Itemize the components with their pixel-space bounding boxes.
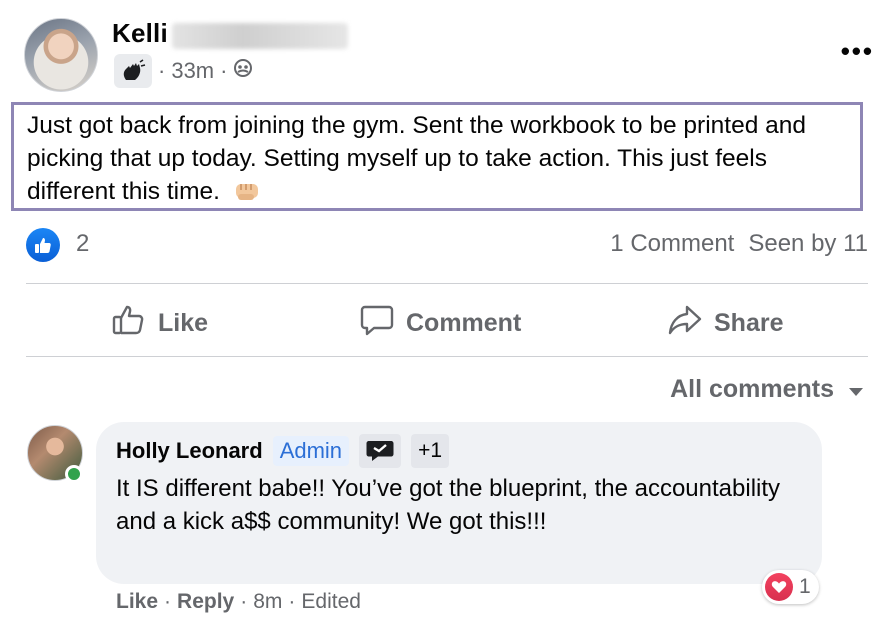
- meta-separator: ·: [158, 58, 166, 83]
- comment-reactions[interactable]: 1: [762, 570, 819, 604]
- comment-reply-link[interactable]: Reply: [177, 590, 234, 614]
- more-options-button[interactable]: •••: [841, 36, 874, 67]
- comment-like-link[interactable]: Like: [116, 590, 158, 614]
- reaction-stats: 2 1 Comment Seen by 11: [26, 226, 868, 262]
- footer-separator: ·: [288, 590, 296, 613]
- online-status-icon: [65, 465, 83, 483]
- like-button[interactable]: Like: [112, 304, 208, 343]
- meta-separator: ·: [220, 58, 228, 83]
- caret-down-icon: [848, 375, 864, 404]
- author-avatar[interactable]: [24, 18, 98, 92]
- post-text: Just got back from joining the gym. Sent…: [27, 112, 806, 205]
- footer-separator: ·: [164, 590, 172, 613]
- reaction-count[interactable]: 2: [76, 230, 89, 258]
- comment-text: It IS different babe!! You’ve got the bl…: [116, 475, 781, 535]
- commenter-name[interactable]: Holly Leonard: [116, 438, 263, 464]
- thumbs-up-icon[interactable]: [26, 228, 60, 262]
- conversation-starter-icon[interactable]: [359, 434, 402, 468]
- post-actions: Like Comment Share: [26, 286, 868, 356]
- post-meta: · 33m ·: [114, 54, 253, 88]
- author-name[interactable]: Kelli: [112, 18, 168, 49]
- group-icon[interactable]: [233, 58, 253, 84]
- share-label: Share: [714, 309, 784, 337]
- comments-filter-dropdown[interactable]: All comments: [670, 375, 864, 404]
- comment-label: Comment: [406, 309, 522, 337]
- commenter-row: Holly Leonard Admin +1: [116, 434, 450, 468]
- comment-count-link[interactable]: 1 Comment: [610, 230, 734, 258]
- redacted-surname: [172, 23, 348, 49]
- post-header: Kelli · 33m · •••: [24, 14, 874, 94]
- like-icon: [112, 304, 146, 343]
- post-timestamp[interactable]: 33m: [171, 58, 214, 84]
- divider: [26, 356, 868, 357]
- comment-bubble: Holly Leonard Admin +1 It IS different b…: [96, 422, 822, 584]
- like-label: Like: [158, 309, 209, 337]
- comment-reaction-count: 1: [799, 575, 811, 598]
- share-icon: [668, 304, 702, 343]
- divider: [26, 283, 868, 284]
- comment-button[interactable]: Comment: [360, 304, 521, 343]
- waving-hand-icon[interactable]: [114, 54, 152, 88]
- seen-by-link[interactable]: Seen by 11: [748, 230, 868, 258]
- footer-separator: ·: [240, 590, 248, 613]
- share-button[interactable]: Share: [668, 304, 783, 343]
- post-body: Just got back from joining the gym. Sent…: [11, 102, 863, 211]
- comment-footer: Like · Reply · 8m · Edited: [116, 590, 361, 614]
- comments-filter-label: All comments: [670, 375, 834, 403]
- heart-icon: [765, 573, 793, 601]
- comment-edited: Edited: [301, 590, 361, 613]
- stats-right: 1 Comment Seen by 11: [610, 230, 868, 258]
- comment-time[interactable]: 8m: [253, 590, 282, 614]
- comment-icon: [360, 304, 394, 343]
- fist-icon: [227, 178, 261, 205]
- admin-badge[interactable]: Admin: [272, 436, 350, 466]
- more-badges[interactable]: +1: [411, 434, 450, 468]
